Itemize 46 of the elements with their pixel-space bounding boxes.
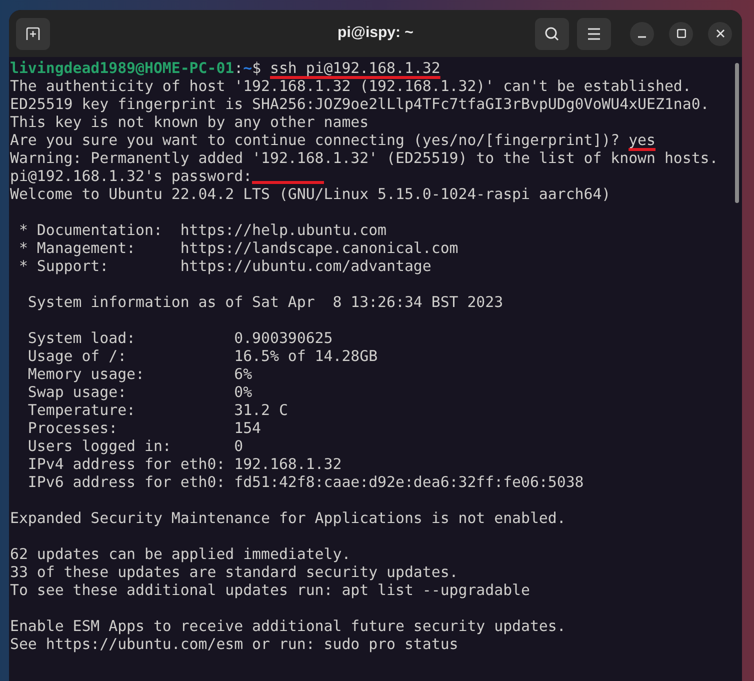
- output-line: IPv4 address for eth0: 192.168.1.32: [26, 455, 342, 473]
- output-line: Enable ESM Apps to receive additional future security updates.: [10, 617, 566, 635]
- prompt-symbol: $: [252, 59, 262, 77]
- answer-text: yes: [628, 131, 656, 149]
- search-icon: [544, 26, 560, 42]
- output-line: pi@192.168.1.32's password:: [10, 167, 252, 185]
- output-line: System information as of Sat Apr 8 13:26:34 BST 2023: [26, 293, 504, 311]
- new-tab-icon: [25, 26, 41, 42]
- output-line: ED25519 key fingerprint is SHA256:JOZ9oe2lLlp4TFc7tfaGI3rBvpUDg0VoWU4xUEZ1na0.: [10, 95, 710, 113]
- output-line: Swap usage: 0%: [26, 383, 252, 401]
- output-line: 33 of these updates are standard security updates.: [10, 563, 458, 581]
- output-line: The authenticity of host '192.168.1.32 (192.168.1.32)' can't be established.: [10, 77, 692, 95]
- close-button[interactable]: [708, 22, 732, 46]
- output-line: Memory usage: 6%: [26, 365, 252, 383]
- output-line: Usage of /: 16.5% of 14.28GB: [26, 347, 378, 365]
- output-line: * Management: https://landscape.canonical.com: [18, 239, 458, 257]
- maximize-button[interactable]: [669, 22, 693, 46]
- output-line: To see these additional updates run: apt list --upgradable: [10, 581, 530, 599]
- minimize-button[interactable]: [630, 22, 654, 46]
- window-title: pi@ispy: ~: [338, 23, 414, 44]
- prompt-path: ~: [243, 59, 252, 77]
- command-text: ssh pi@192.168.1.32: [270, 59, 440, 77]
- output-line: Processes: 154: [26, 419, 262, 437]
- output-line: * Support: https://ubuntu.com/advantage: [18, 257, 432, 275]
- output-line: This key is not known by any other names: [10, 113, 369, 131]
- menu-button[interactable]: [577, 18, 611, 50]
- maximize-icon: [676, 29, 686, 38]
- close-icon: [716, 29, 724, 38]
- minimize-icon: [638, 36, 646, 38]
- scrollbar-thumb[interactable]: [735, 63, 739, 203]
- search-button[interactable]: [535, 18, 569, 50]
- prompt-user: livingdead1989@HOME-PC-01: [10, 59, 234, 77]
- output-line: System load: 0.900390625: [26, 329, 333, 347]
- output-line: 62 updates can be applied immediately.: [10, 545, 351, 563]
- output-line: Warning: Permanently added '192.168.1.32' (ED25519) to the list of known hosts.: [10, 149, 718, 167]
- output-line: Expanded Security Maintenance for Applications is not enabled.: [10, 509, 566, 527]
- output-line: Users logged in: 0: [26, 437, 244, 455]
- menu-icon: [587, 28, 601, 40]
- output-line: IPv6 address for eth0: fd51:42f8:caae:d92e:dea6:32ff:fe06:5038: [26, 473, 584, 491]
- new-tab-button[interactable]: [16, 18, 50, 50]
- output-line: Welcome to Ubuntu 22.04.2 LTS (GNU/Linux 5.15.0-1024-raspi aarch64): [10, 185, 611, 203]
- output-line: * Documentation: https://help.ubuntu.com: [18, 221, 387, 239]
- prompt-separator: :: [234, 59, 244, 77]
- output-line: See https://ubuntu.com/esm or run: sudo pro status: [10, 635, 458, 653]
- output-line: Temperature: 31.2 C: [26, 401, 288, 419]
- output-line: Are you sure you want to continue connecting (yes/no/[fingerprint])?: [10, 131, 621, 149]
